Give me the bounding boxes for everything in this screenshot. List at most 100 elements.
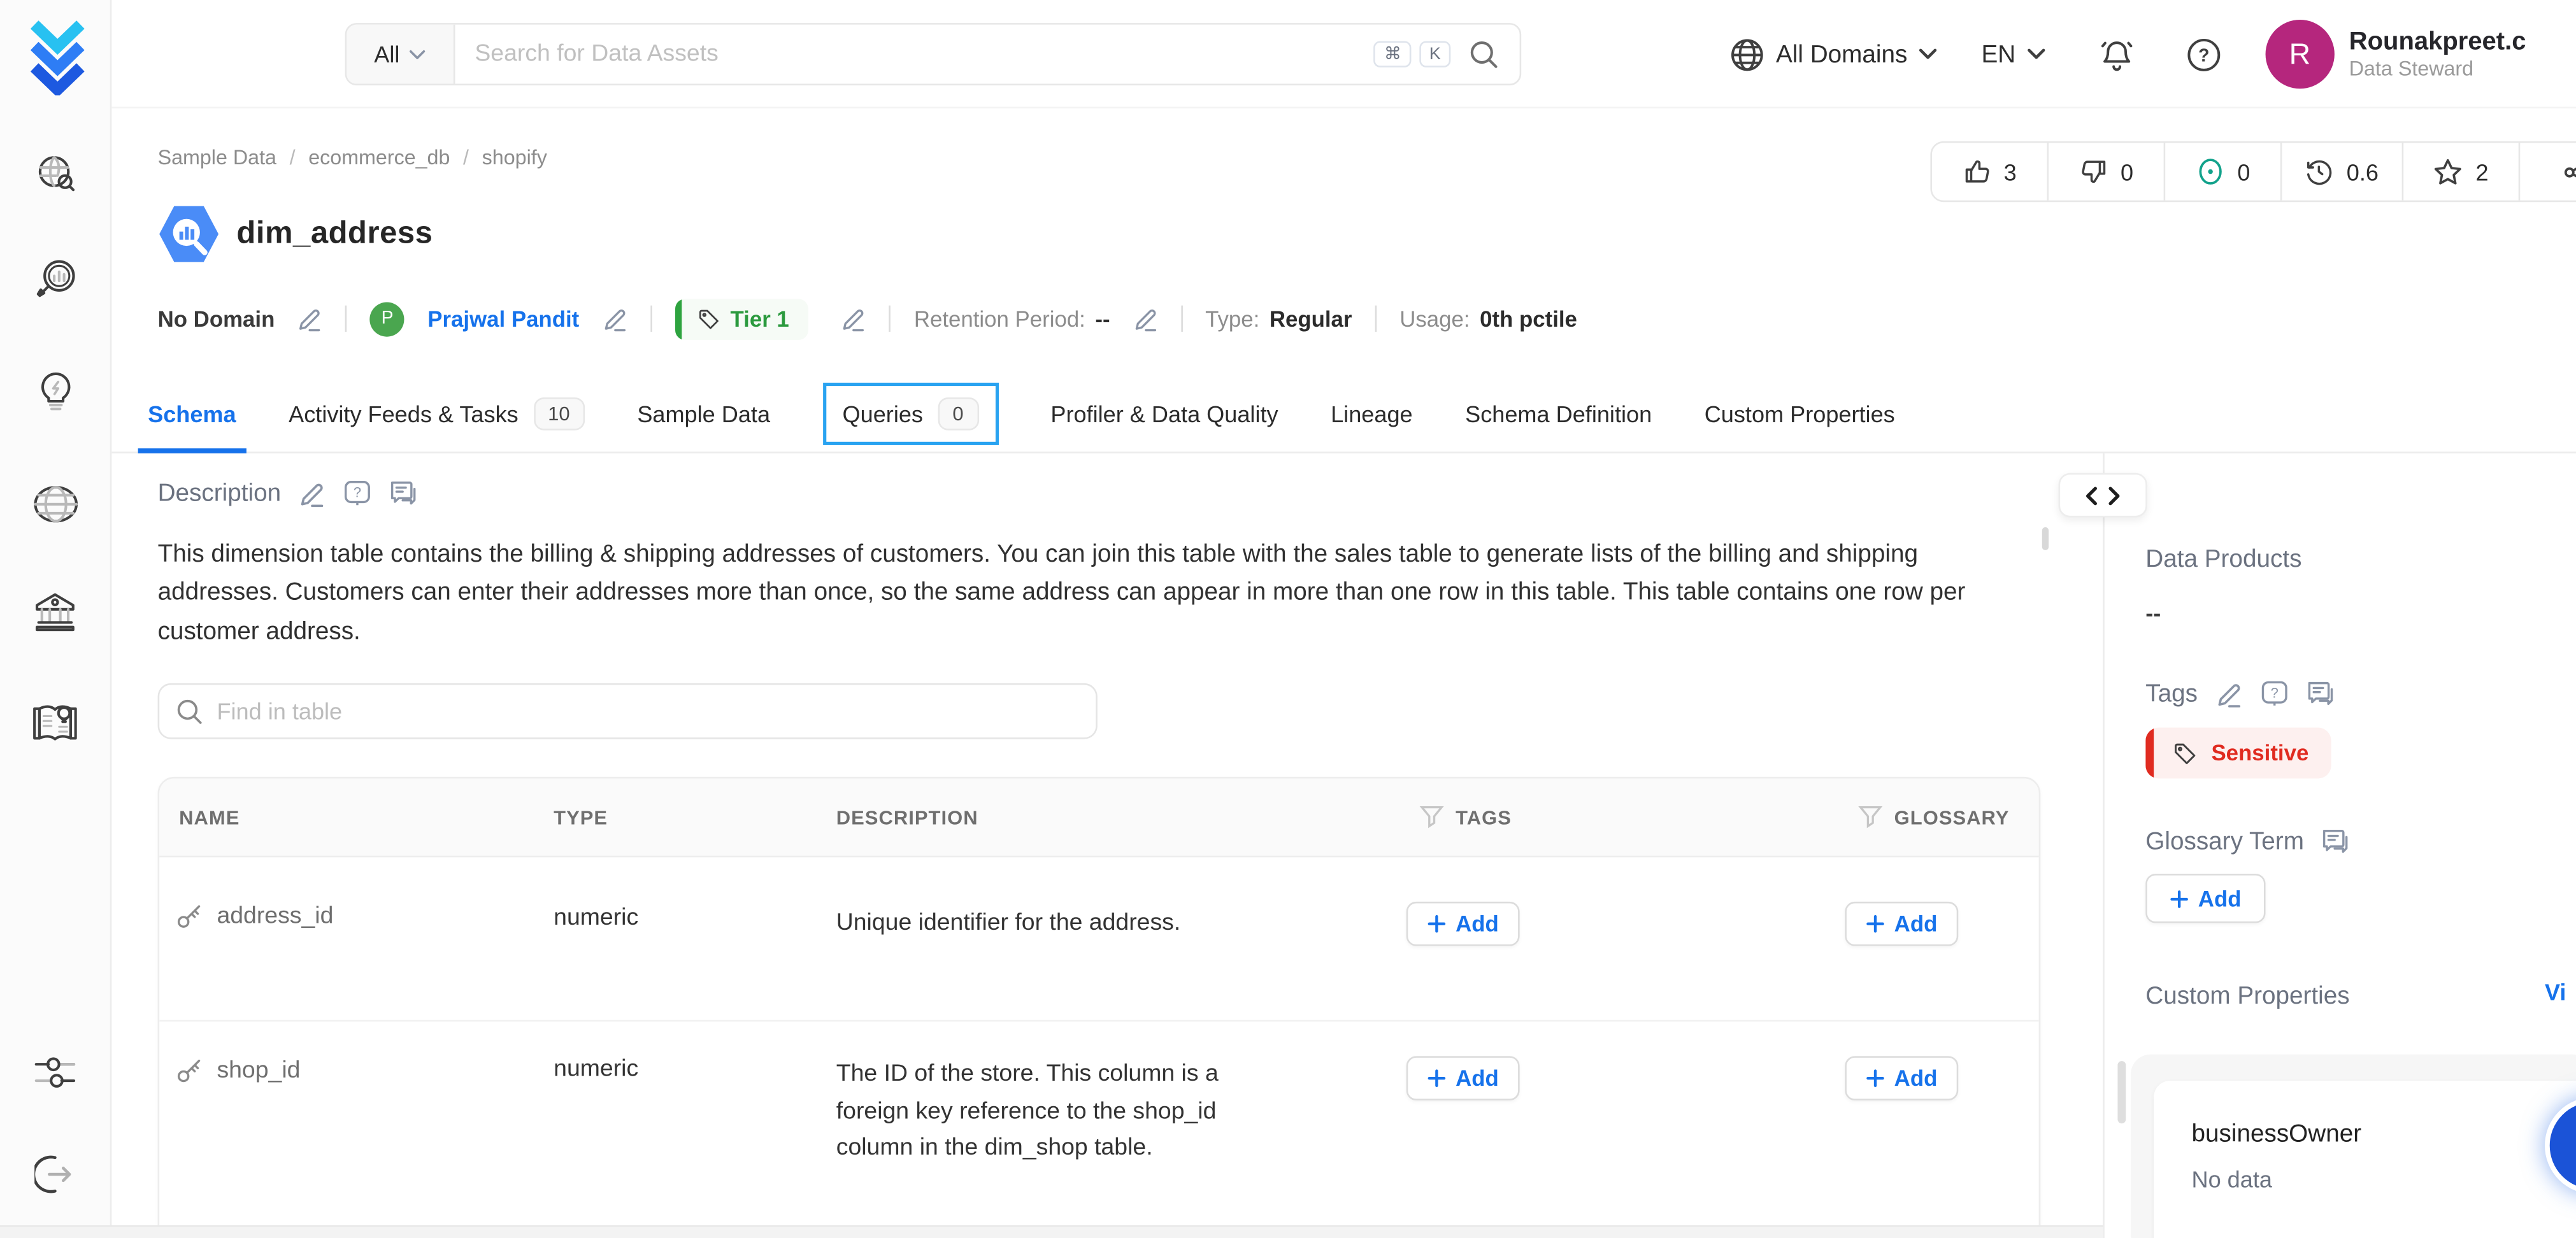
description-label: Description [158,480,282,508]
pencil-icon [299,480,325,506]
search-scope-dropdown[interactable]: All [347,25,455,84]
comment-icon [389,480,417,508]
domains-dropdown[interactable]: All Domains [1730,37,1937,71]
main-scrollbar[interactable] [2042,527,2049,550]
custom-property-value: No data [2191,1166,2576,1192]
upvote-button[interactable]: 3 [1932,143,2049,200]
bell-icon [2098,35,2135,73]
sidebar-item-insights[interactable] [31,366,80,415]
tab-profiler[interactable]: Profiler & Data Quality [1050,374,1278,452]
tab-schema-definition[interactable]: Schema Definition [1465,374,1652,452]
lightbulb-icon [34,369,76,413]
page-title: dim_address [236,216,433,252]
code-icon [2085,485,2121,505]
help-square-icon: ? [2260,680,2288,708]
edit-tags-button[interactable] [2215,681,2242,707]
edit-owner-button[interactable] [602,306,627,331]
logout-icon [34,1153,76,1195]
custom-properties-label: Custom Properties [2145,982,2349,1010]
column-header-name: NAME [159,806,554,829]
domains-dropdown-label: All Domains [1776,40,1907,68]
pencil-icon [841,306,866,331]
breadcrumb-sep: / [290,146,296,169]
glossary-term-label: Glossary Term [2145,828,2304,856]
glossary-comments-button[interactable] [2322,828,2350,856]
chevron-down-icon [410,48,426,60]
help-button[interactable]: ? [2185,35,2222,73]
add-tag-button[interactable]: Add [1406,1056,1521,1100]
tab-queries[interactable]: Queries 0 [823,374,998,452]
column-description: The ID of the store. This column is a fo… [836,1056,1260,1167]
column-description: Unique identifier for the address. [836,905,1260,942]
sidebar-item-domains[interactable] [31,480,80,529]
tier-label: Tier 1 [731,306,789,331]
bottom-scroll-strip[interactable] [0,1226,2103,1238]
request-description-button[interactable]: ? [343,480,371,508]
sliders-icon [33,1053,78,1092]
sidebar-item-observability[interactable] [31,255,80,304]
edit-tier-button[interactable] [841,306,866,331]
sidebar-item-settings[interactable] [31,1048,80,1097]
user-menu[interactable]: Rounakpreet.c Data Steward [2349,25,2526,83]
star-button[interactable]: 2 [2403,143,2520,200]
language-dropdown[interactable]: EN [1981,40,2045,68]
collapse-panel-button[interactable] [2059,473,2147,518]
globe-icon [32,485,78,524]
incidents-button[interactable]: 0 [2166,143,2282,200]
search-icon[interactable] [1469,39,1500,70]
add-glossary-term-button[interactable]: Add [1845,1056,1959,1100]
sidebar-item-explore[interactable] [31,150,80,199]
tags-comments-button[interactable] [2306,680,2334,708]
breadcrumb-item-database[interactable]: ecommerce_db [308,146,450,169]
add-glossary-term-button[interactable]: Add [1845,902,1959,946]
notifications-button[interactable] [2098,35,2135,73]
bank-icon [33,591,78,634]
share-button[interactable] [2520,143,2576,200]
downvote-button[interactable]: 0 [2049,143,2165,200]
sidebar-item-govern[interactable] [31,588,80,637]
user-role: Data Steward [2349,57,2526,83]
globe-search-icon [34,153,76,196]
globe-icon [1730,37,1764,71]
retention-label: Retention Period: [914,306,1085,331]
edit-domain-button[interactable] [297,306,322,331]
tab-activity-feeds[interactable]: Activity Feeds & Tasks 10 [289,374,585,452]
global-search-input[interactable] [455,41,1374,67]
top-navigation-bar: All ⌘ K All Domains EN [111,0,2576,108]
tier-badge[interactable]: Tier 1 [675,298,809,339]
book-lightbulb-icon [31,701,79,744]
request-tags-button[interactable]: ? [2260,680,2288,708]
question-circle-icon: ? [2185,35,2222,73]
tab-schema[interactable]: Schema [148,374,236,452]
breadcrumb-item-service[interactable]: Sample Data [158,146,276,169]
column-header-description: DESCRIPTION [836,806,1406,829]
user-avatar[interactable]: R [2265,20,2334,89]
find-in-table-input[interactable] [217,698,1079,724]
tab-lineage[interactable]: Lineage [1331,374,1413,452]
incident-dot-icon [2196,158,2224,186]
view-all-link[interactable]: Vi [2545,979,2566,1005]
tab-custom-properties[interactable]: Custom Properties [1705,374,1895,452]
breadcrumb-item-schema[interactable]: shopify [482,146,547,169]
version-button[interactable]: 0.6 [2282,143,2403,200]
tab-sample-data[interactable]: Sample Data [637,374,770,452]
incident-count: 0 [2237,159,2250,185]
owner-link[interactable]: Prajwal Pandit [427,306,579,331]
sidebar-item-logout[interactable] [31,1149,80,1199]
description-comments-button[interactable] [389,480,417,508]
sidebar-item-glossary[interactable] [31,698,80,747]
type-value: Regular [1270,306,1352,331]
add-tag-button[interactable]: Add [1406,902,1521,946]
tag-icon [2173,741,2196,764]
app-logo-icon[interactable] [28,20,87,96]
filter-icon[interactable] [1858,805,1883,830]
pencil-icon [1133,306,1158,331]
tag-sensitive[interactable]: Sensitive [2145,728,2331,779]
openmetadata-app: All ⌘ K All Domains EN [0,0,2576,1238]
edit-retention-button[interactable] [1133,306,1158,331]
add-glossary-term-button[interactable]: Add [2145,874,2266,923]
search-scope-value: All [374,41,399,67]
filter-icon[interactable] [1419,805,1444,830]
right-panel-scrollbar[interactable] [2117,1061,2126,1123]
edit-description-button[interactable] [299,480,325,506]
